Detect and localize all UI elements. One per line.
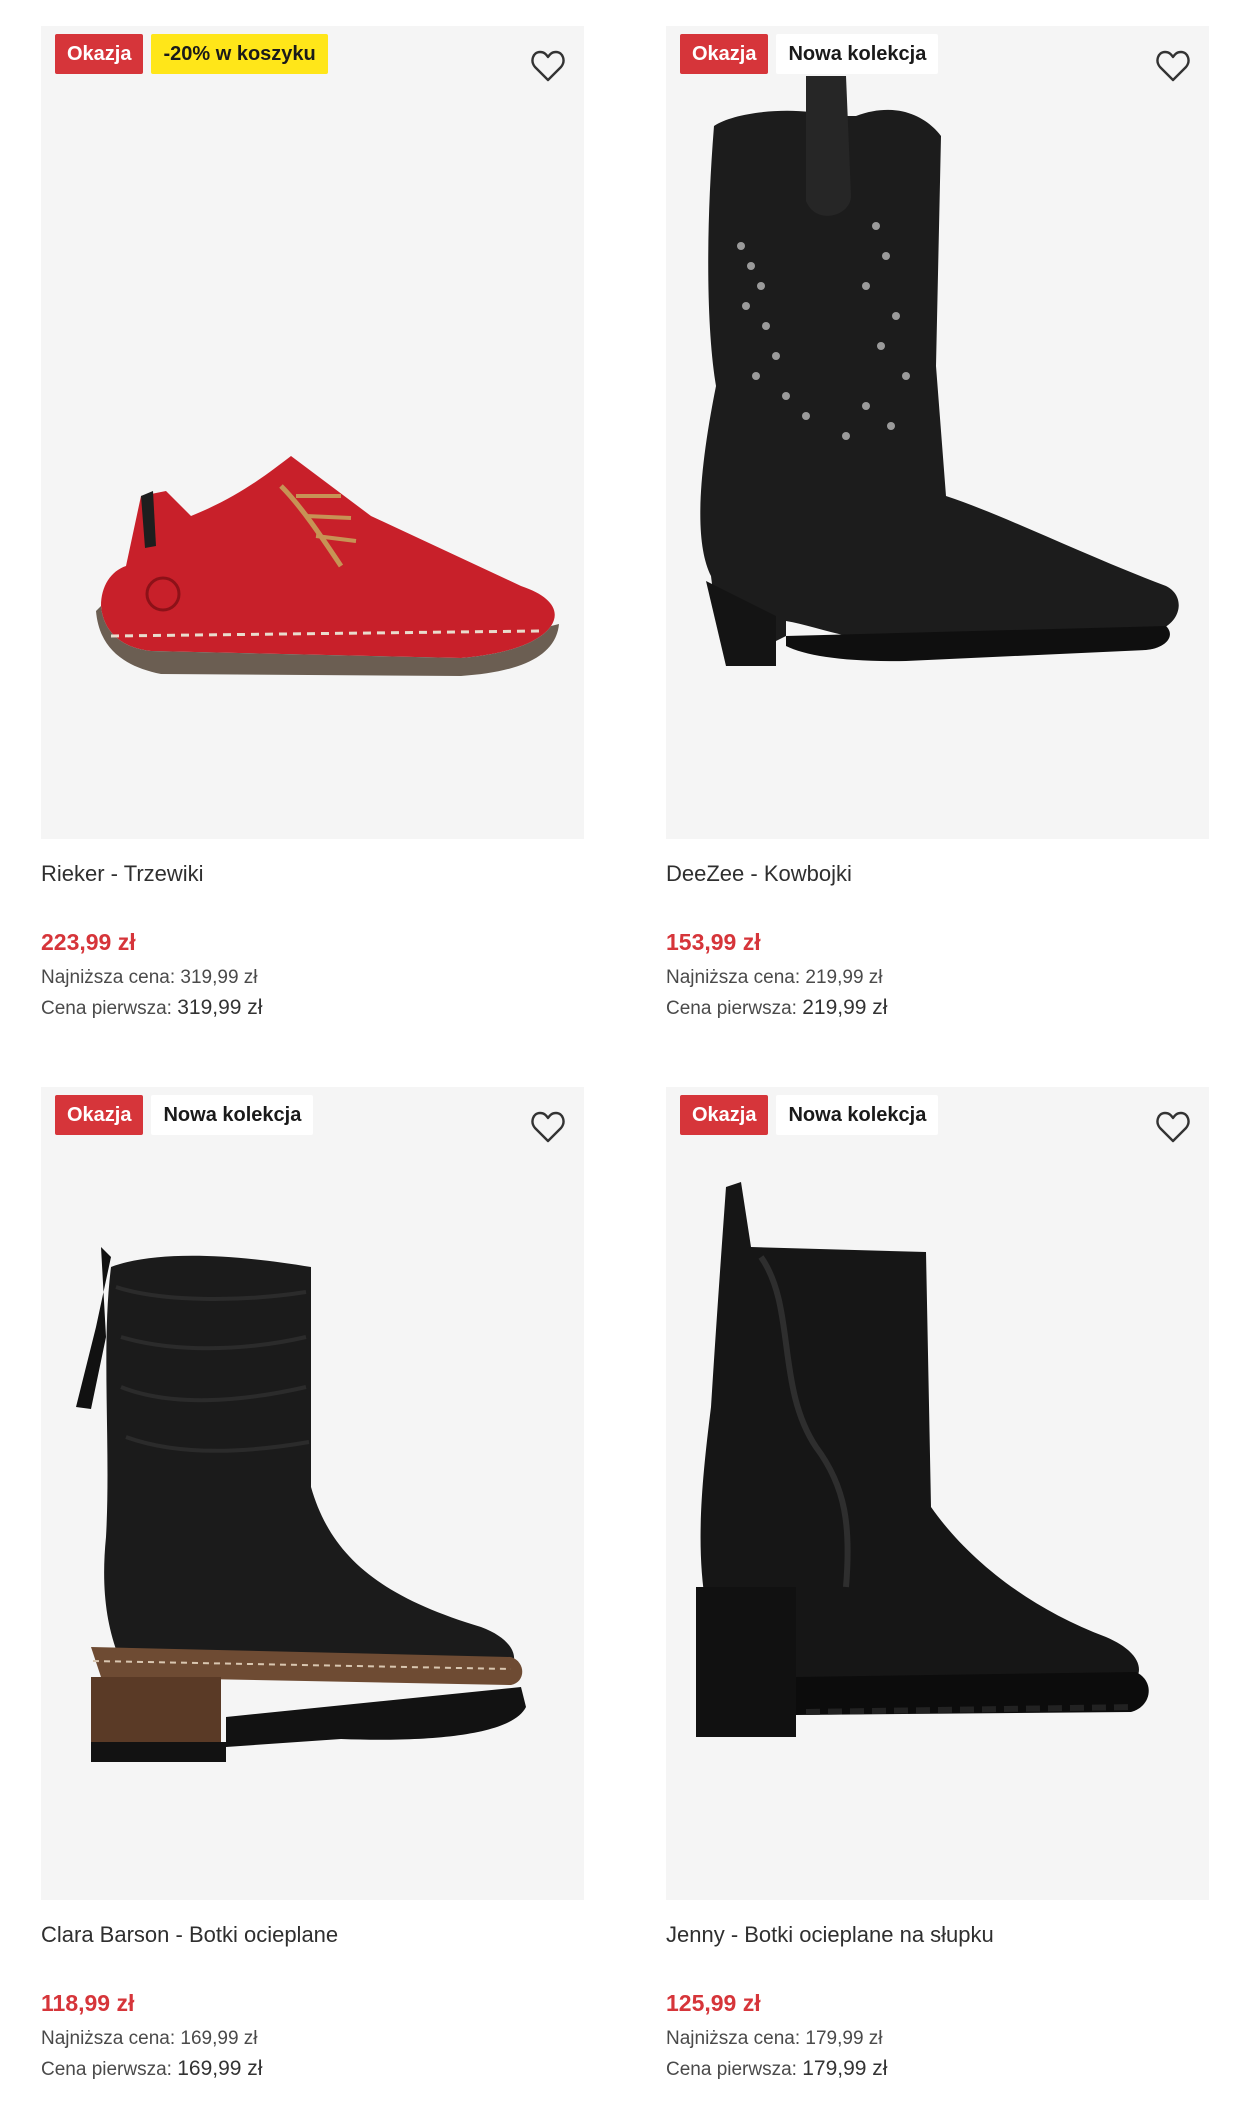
discount-badge: -20% w koszyku xyxy=(151,34,328,74)
product-grid: Okazja -20% w koszyku Rieker - Trzewiki … xyxy=(0,0,1250,2123)
product-title[interactable]: Jenny - Botki ocieplane na słupku xyxy=(666,1918,1209,1952)
price-history: Najniższa cena: 179,99 zł Cena pierwsza:… xyxy=(666,2024,1209,2085)
lowest-price-label: Najniższa cena: xyxy=(666,967,801,988)
sale-badge: Okazja xyxy=(680,1095,769,1135)
product-image-area[interactable]: Okazja Nowa kolekcja xyxy=(41,1087,584,1900)
product-card[interactable]: Okazja Nowa kolekcja DeeZee - Kowbojki 1… xyxy=(666,26,1209,1024)
wishlist-heart-icon[interactable] xyxy=(528,1107,568,1147)
product-title[interactable]: Clara Barson - Botki ocieplane xyxy=(41,1918,584,1952)
product-card[interactable]: Okazja Nowa kolekcja Clara Barson - Botk… xyxy=(41,1087,584,2085)
new-collection-badge: Nowa kolekcja xyxy=(151,1095,314,1135)
product-image-area[interactable]: Okazja -20% w koszyku xyxy=(41,26,584,839)
wishlist-heart-icon[interactable] xyxy=(528,46,568,86)
product-price: 223,99 zł xyxy=(41,929,136,955)
product-title[interactable]: Rieker - Trzewiki xyxy=(41,857,584,891)
product-title[interactable]: DeeZee - Kowbojki xyxy=(666,857,1209,891)
product-image-red-lace-up-shoe[interactable] xyxy=(41,26,584,839)
badge-row: Okazja Nowa kolekcja xyxy=(680,34,939,74)
price-history: Najniższa cena: 319,99 zł Cena pierwsza:… xyxy=(41,963,584,1024)
wishlist-heart-icon[interactable] xyxy=(1153,1107,1193,1147)
product-image-black-heeled-ankle-boot[interactable] xyxy=(666,1087,1209,1900)
first-price-label: Cena pierwsza: xyxy=(666,2059,797,2080)
product-image-area[interactable]: Okazja Nowa kolekcja xyxy=(666,26,1209,839)
product-card[interactable]: Okazja Nowa kolekcja Jenny - Botki ociep… xyxy=(666,1087,1209,2085)
first-price-label: Cena pierwsza: xyxy=(41,2059,172,2080)
sale-badge: Okazja xyxy=(680,34,769,74)
first-price-label: Cena pierwsza: xyxy=(41,998,172,1019)
first-price-label: Cena pierwsza: xyxy=(666,998,797,1019)
product-image-black-slouch-boot[interactable] xyxy=(41,1087,584,1900)
badge-row: Okazja Nowa kolekcja xyxy=(680,1095,939,1135)
lowest-price-label: Najniższa cena: xyxy=(41,967,176,988)
price-history: Najniższa cena: 219,99 zł Cena pierwsza:… xyxy=(666,963,1209,1024)
product-price: 153,99 zł xyxy=(666,929,761,955)
product-image-black-cowboy-boot[interactable] xyxy=(666,26,1209,839)
lowest-price-label: Najniższa cena: xyxy=(41,2028,176,2049)
product-price: 125,99 zł xyxy=(666,1990,761,2016)
first-price-value: 319,99 zł xyxy=(177,996,263,1019)
sale-badge: Okazja xyxy=(55,1095,144,1135)
new-collection-badge: Nowa kolekcja xyxy=(776,34,939,74)
first-price-value: 169,99 zł xyxy=(177,2057,263,2080)
price-history: Najniższa cena: 169,99 zł Cena pierwsza:… xyxy=(41,2024,584,2085)
lowest-price-value: 319,99 zł xyxy=(180,967,258,988)
product-price: 118,99 zł xyxy=(41,1990,135,2016)
product-image-area[interactable]: Okazja Nowa kolekcja xyxy=(666,1087,1209,1900)
lowest-price-label: Najniższa cena: xyxy=(666,2028,801,2049)
lowest-price-value: 179,99 zł xyxy=(805,2028,883,2049)
first-price-value: 179,99 zł xyxy=(802,2057,888,2080)
sale-badge: Okazja xyxy=(55,34,144,74)
badge-row: Okazja -20% w koszyku xyxy=(55,34,328,74)
wishlist-heart-icon[interactable] xyxy=(1153,46,1193,86)
new-collection-badge: Nowa kolekcja xyxy=(776,1095,939,1135)
first-price-value: 219,99 zł xyxy=(802,996,888,1019)
badge-row: Okazja Nowa kolekcja xyxy=(55,1095,314,1135)
lowest-price-value: 219,99 zł xyxy=(805,967,883,988)
product-card[interactable]: Okazja -20% w koszyku Rieker - Trzewiki … xyxy=(41,26,584,1024)
lowest-price-value: 169,99 zł xyxy=(180,2028,258,2049)
